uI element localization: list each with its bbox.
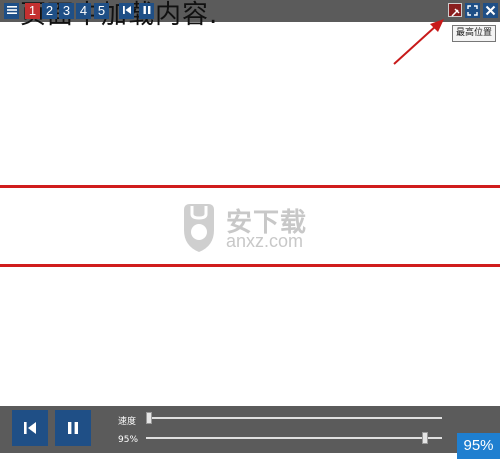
menu-button[interactable] <box>4 3 19 19</box>
speed-label: 速度 <box>118 417 137 427</box>
hamburger-icon <box>6 6 17 14</box>
zoom-value-display: 95% <box>457 433 500 459</box>
skip-back-icon <box>24 422 36 434</box>
page-button-4[interactable]: 4 <box>76 3 91 19</box>
previous-button[interactable] <box>119 3 134 19</box>
watermark: 安下载 anxz.com <box>176 198 326 258</box>
speed-slider-track[interactable] <box>146 417 442 419</box>
speed-slider-handle[interactable] <box>146 412 152 424</box>
zoom-label: 95% <box>118 435 139 445</box>
skip-back-icon <box>122 6 131 14</box>
page-button-2[interactable]: 2 <box>42 3 57 19</box>
fullscreen-button[interactable] <box>465 3 480 18</box>
top-toolbar: 页面中加载内容. 1 2 3 4 5 <box>0 0 500 30</box>
zoom-slider-track[interactable] <box>146 437 442 439</box>
previous-large-button[interactable] <box>12 410 48 446</box>
bottom-toolbar: 速度 95% 95% <box>0 406 500 459</box>
close-button[interactable] <box>483 3 498 18</box>
shield-icon <box>184 204 214 252</box>
pin-tooltip: 最高位置 <box>452 25 496 42</box>
page-button-5[interactable]: 5 <box>94 3 109 19</box>
highlight-line-bottom <box>0 264 500 267</box>
highlight-line-top <box>0 185 500 188</box>
zoom-slider-handle[interactable] <box>421 432 428 444</box>
pause-icon <box>143 6 150 14</box>
pause-icon <box>68 422 78 434</box>
pause-button[interactable] <box>139 3 154 19</box>
watermark-subtitle: anxz.com <box>226 231 304 251</box>
pin-icon <box>451 8 460 17</box>
pause-large-button[interactable] <box>55 410 91 446</box>
fullscreen-icon <box>467 5 478 16</box>
pin-on-top-button[interactable] <box>448 3 462 17</box>
page-button-1[interactable]: 1 <box>25 3 40 19</box>
close-icon <box>485 5 496 16</box>
page-button-3[interactable]: 3 <box>59 3 74 19</box>
